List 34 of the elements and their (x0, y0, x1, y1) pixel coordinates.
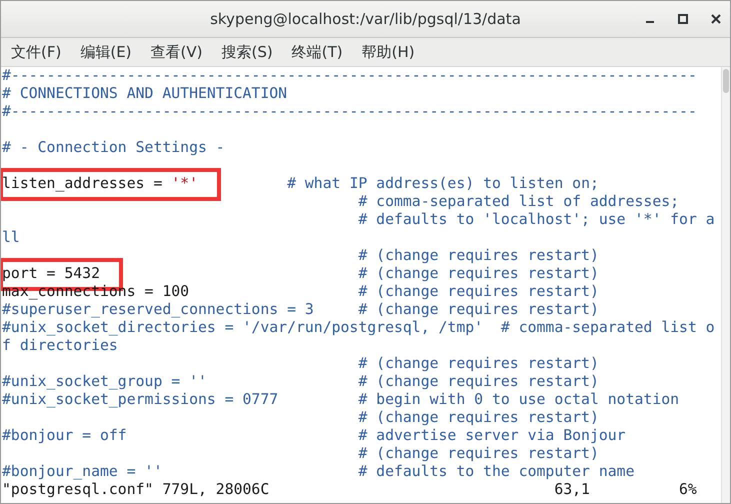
code-line: # defaults to 'localhost'; use '*' for a (357, 211, 715, 228)
code-line: #----------------------------------------------------------------------------- (2, 67, 697, 84)
scroll-percent: 6% (679, 481, 698, 499)
code-line: # (change requires restart) (357, 409, 599, 426)
code-line: listen_addresses = '*' # what IP address(es) to listen on; (2, 175, 599, 192)
maximize-icon[interactable] (677, 13, 689, 25)
code-line: # comma-separated list of addresses; (357, 193, 680, 210)
menu-item[interactable]: 终端(T) (292, 42, 343, 62)
code-line: # (change requires restart) (357, 355, 599, 372)
menu-item[interactable]: 帮助(H) (362, 42, 415, 62)
code-line: # (change requires restart) (357, 247, 599, 264)
cursor-position: 63,1 (554, 481, 591, 499)
scrollbar[interactable] (721, 67, 730, 503)
close-icon[interactable] (710, 13, 722, 25)
code-line: #unix_socket_permissions = 0777 # begin with 0 to use octal notation (2, 391, 680, 408)
code-line: # CONNECTIONS AND AUTHENTICATION (2, 85, 288, 102)
code-line: # - Connection Settings - (2, 139, 225, 156)
code-line: ll (2, 229, 20, 246)
code-line: port = 5432 # (change requires restart) (2, 265, 599, 282)
code-line: #unix_socket_directories = '/var/run/postgresql, /tmp' # comma-separated list o (2, 319, 715, 336)
code-line: #superuser_reserved_connections = 3 # (change requires restart) (2, 301, 599, 318)
file-info: "postgresql.conf" 779L, 28006C (2, 481, 270, 499)
code-line: #bonjour_name = '' # defaults to the computer name (2, 463, 635, 480)
menu-item[interactable]: 查看(V) (150, 42, 202, 62)
menu-item[interactable]: 搜索(S) (222, 42, 273, 62)
menu-item[interactable]: 文件(F) (11, 42, 62, 62)
code-line: # (change requires restart) (357, 445, 599, 462)
code-line: #bonjour = off # advertise server via Bonjour (2, 427, 626, 444)
code-line: #unix_socket_group = '' # (change requires restart) (2, 373, 599, 390)
menu-item[interactable]: 编辑(E) (80, 42, 132, 62)
window-title: skypeng@localhost:/var/lib/pgsql/13/data (210, 10, 521, 28)
code-line: f directories (2, 337, 118, 354)
code-line: #----------------------------------------------------------------------------- (2, 103, 697, 120)
scrollbar-thumb[interactable] (723, 69, 729, 93)
